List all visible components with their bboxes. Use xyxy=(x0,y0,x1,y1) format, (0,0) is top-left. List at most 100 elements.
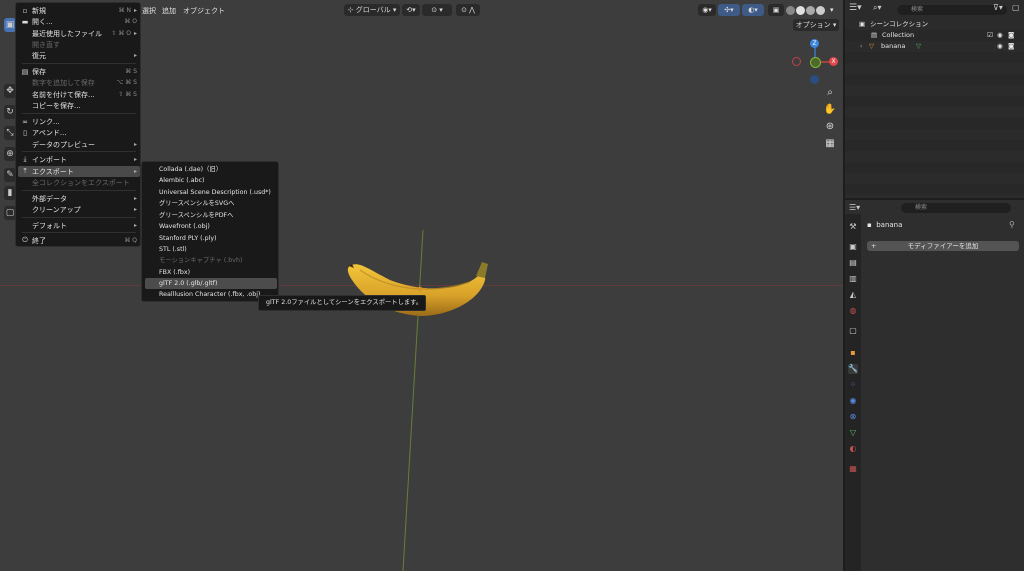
export-gltf-tooltip: glTF 2.0ファイルとしてシーンをエクスポートします。 xyxy=(258,295,426,311)
menu-item-save[interactable]: ▤ 保存 ⌘ S xyxy=(18,66,140,77)
mesh-data-icon: ▽ xyxy=(916,42,921,50)
gizmo-neg-z-axis[interactable] xyxy=(810,75,819,84)
menu-item-import[interactable]: ⤓ インポート ▸ xyxy=(18,154,140,165)
view-layer-tab-icon[interactable]: ▥ xyxy=(848,274,858,284)
render-tab-icon[interactable]: ▣ xyxy=(848,242,858,252)
file-menu: ▫ 新規 ⌘ N ▸ ▬ 開く... ⌘ O 最近使用したファイル ⇧ ⌘ O ▸ 開き直す … xyxy=(15,2,141,247)
object-tab-icon[interactable]: ▪ xyxy=(848,348,858,358)
world-tab-icon[interactable]: ◍ xyxy=(848,306,858,316)
menu-item-recover[interactable]: 復元 ▸ xyxy=(18,50,140,61)
editor-type-icon[interactable]: ☰▾ xyxy=(849,203,860,212)
add-modifier-button[interactable]: + モディファイアーを追加 xyxy=(867,241,1019,251)
banana-object[interactable] xyxy=(340,252,500,326)
menu-add[interactable]: 追加 xyxy=(162,6,176,16)
pin-icon[interactable]: ⚲ xyxy=(1009,220,1015,229)
properties-search-input[interactable]: 検索 xyxy=(901,203,1011,213)
menu-item-save-as[interactable]: 名前を付けて保存... ⇧ ⌘ S xyxy=(18,89,140,100)
transform-orientation-dropdown[interactable]: ⊹ グローバル ▾ xyxy=(344,4,400,16)
export-stl[interactable]: STL (.stl) xyxy=(145,244,277,255)
modifier-tab-icon[interactable]: 🔧 xyxy=(848,364,858,374)
outliner-row-scene-collection[interactable]: ▣ シーンコレクション xyxy=(845,19,1024,30)
filter-icon[interactable]: ⊽▾ xyxy=(993,3,1003,12)
rendered-shading-icon[interactable] xyxy=(816,6,825,15)
outliner-stripe xyxy=(845,162,1024,173)
outliner-search-input[interactable]: 検索 xyxy=(897,5,1007,15)
display-mode-icon[interactable]: ⌕▾ xyxy=(873,3,882,13)
export-gpencil-svg[interactable]: グリースペンシルをSVGへ xyxy=(145,198,277,209)
menu-object[interactable]: オブジェクト xyxy=(183,6,225,16)
menu-separator xyxy=(22,113,136,114)
visibility-dropdown[interactable]: ◉▾ xyxy=(698,4,716,16)
menu-item-defaults[interactable]: デフォルト ▸ xyxy=(18,220,140,231)
menu-item-link[interactable]: ∞ リンク... xyxy=(18,116,140,127)
export-collada[interactable]: Collada (.dae)（旧） xyxy=(145,164,277,175)
gizmo-icon: ✣▾ xyxy=(724,6,734,14)
shading-chevron-icon[interactable]: ▾ xyxy=(830,6,834,14)
outliner-row-banana[interactable]: › ▽ banana ▽ ◉ ◙ xyxy=(845,41,1024,52)
camera-icon[interactable]: ◙ xyxy=(1008,30,1014,41)
scene-tab-icon[interactable]: ◭ xyxy=(848,290,858,300)
export-gltf[interactable]: glTF 2.0 (.glb/.gltf) xyxy=(145,278,277,289)
gizmo-z-axis[interactable]: Z xyxy=(810,39,819,48)
menu-item-recent[interactable]: 最近使用したファイル ⇧ ⌘ O ▸ xyxy=(18,28,140,39)
checkbox-icon[interactable]: ☑ xyxy=(987,30,993,41)
physics-tab-icon[interactable]: ◉ xyxy=(848,396,858,406)
collection-tab-icon[interactable]: ▢ xyxy=(848,326,858,336)
menu-item-cleanup[interactable]: クリーンアップ ▸ xyxy=(18,204,140,215)
particles-tab-icon[interactable]: ⁘ xyxy=(848,380,858,390)
menu-item-quit[interactable]: ⏻ 終了 ⌘ Q xyxy=(18,235,140,246)
camera-view-icon[interactable]: ⊛ xyxy=(823,120,837,134)
menu-item-external-data[interactable]: 外部データ ▸ xyxy=(18,193,140,204)
gizmo-y-axis[interactable] xyxy=(810,57,821,68)
new-collection-icon[interactable]: ▢ xyxy=(1012,3,1020,12)
export-gpencil-pdf[interactable]: グリースペンシルをPDFへ xyxy=(145,210,277,221)
menu-item-open[interactable]: ▬ 開く... ⌘ O xyxy=(18,16,140,27)
xray-toggle[interactable]: ▣ xyxy=(768,4,784,16)
pan-hand-icon[interactable]: ✋ xyxy=(823,103,837,117)
tool-tab-icon[interactable]: ⚒ xyxy=(848,222,858,232)
gizmo-x-axis[interactable]: X xyxy=(829,57,838,66)
menu-item-append[interactable]: ▯ アペンド... xyxy=(18,127,140,138)
output-tab-icon[interactable]: ▤ xyxy=(848,258,858,268)
data-tab-icon[interactable]: ▽ xyxy=(848,428,858,438)
pivot-icon: ⟲▾ xyxy=(406,6,416,14)
pivot-point-dropdown[interactable]: ⟲▾ xyxy=(402,4,420,16)
constraints-tab-icon[interactable]: ⊗ xyxy=(848,412,858,422)
export-fbx[interactable]: FBX (.fbx) xyxy=(145,267,277,278)
gizmo-neg-x-axis[interactable] xyxy=(792,57,801,66)
outliner-stripe xyxy=(845,140,1024,151)
texture-tab-icon[interactable]: ▦ xyxy=(848,464,858,474)
menu-item-save-copy[interactable]: コピーを保存... xyxy=(18,100,140,111)
export-stanford-ply[interactable]: Stanford PLY (.ply) xyxy=(145,233,277,244)
menu-item-export[interactable]: ⤒ エクスポート ▸ xyxy=(18,166,140,177)
proportional-editing[interactable]: ⊙ ⋀ xyxy=(456,4,480,16)
menu-item-new[interactable]: ▫ 新規 ⌘ N ▸ xyxy=(18,5,140,16)
outliner-panel: ☰▾ ⌕▾ 検索 ⊽▾ ▢ ▣ シーンコレクション ▤ Collection ☑… xyxy=(845,0,1024,198)
options-dropdown[interactable]: オプション ▾ xyxy=(793,19,839,31)
editor-type-icon[interactable]: ☰▾ xyxy=(849,3,862,13)
snap-dropdown[interactable]: ⊙ ▾ xyxy=(422,4,452,16)
overlays-toggle[interactable]: ◐▾ xyxy=(742,4,764,16)
zoom-icon[interactable]: ⌕ xyxy=(823,86,837,100)
eye-icon[interactable]: ◉ xyxy=(997,30,1003,41)
export-usd[interactable]: Universal Scene Description (.usd*) xyxy=(145,187,277,198)
append-icon: ▯ xyxy=(23,128,27,137)
export-alembic[interactable]: Alembic (.abc) xyxy=(145,175,277,186)
menu-select[interactable]: 選択 xyxy=(142,6,156,16)
gizmo-toggle[interactable]: ✣▾ xyxy=(718,4,740,16)
outliner-row-collection[interactable]: ▤ Collection ☑ ◉ ◙ xyxy=(845,30,1024,41)
menu-separator xyxy=(22,63,136,64)
grid-perspective-icon[interactable]: ▦ xyxy=(823,137,837,151)
export-wavefront-obj[interactable]: Wavefront (.obj) xyxy=(145,221,277,232)
wireframe-shading-icon[interactable] xyxy=(786,6,795,15)
solid-shading-icon[interactable] xyxy=(796,6,805,15)
chevron-right-icon[interactable]: › xyxy=(860,41,862,52)
material-tab-icon[interactable]: ◐ xyxy=(848,444,858,454)
save-icon: ▤ xyxy=(21,67,29,76)
menu-item-data-preview[interactable]: データのプレビュー ▸ xyxy=(18,139,140,150)
camera-icon[interactable]: ◙ xyxy=(1008,41,1014,52)
export-bvh: モーションキャプチャ (.bvh) xyxy=(159,257,243,264)
outliner-stripe xyxy=(845,74,1024,85)
material-shading-icon[interactable] xyxy=(806,6,815,15)
eye-icon[interactable]: ◉ xyxy=(997,41,1003,52)
